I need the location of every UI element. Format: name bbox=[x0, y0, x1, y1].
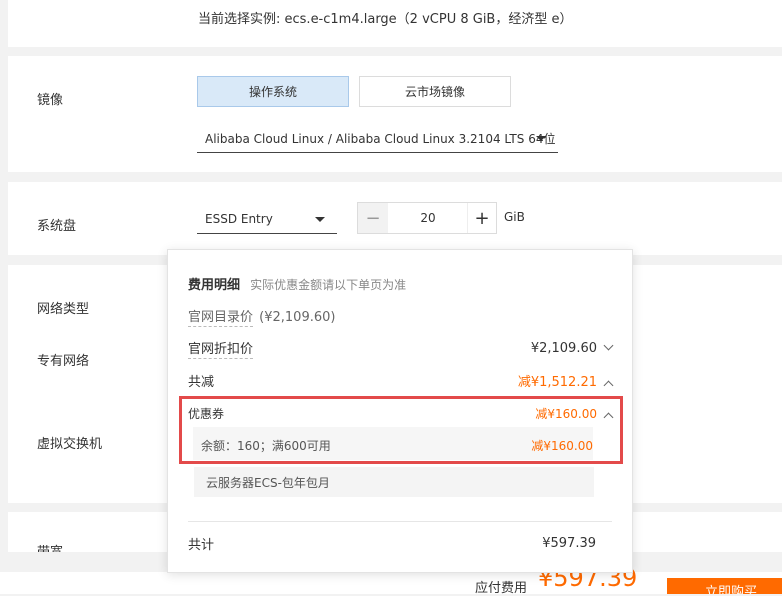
tab-os[interactable]: 操作系统 bbox=[197, 76, 349, 107]
chevron-down-icon bbox=[315, 217, 325, 222]
bandwidth-label: 带宽 bbox=[37, 544, 63, 552]
minus-icon[interactable]: − bbox=[358, 203, 388, 233]
os-select[interactable]: Alibaba Cloud Linux / Alibaba Cloud Linu… bbox=[197, 124, 558, 153]
buy-now-button[interactable]: 立即购买 bbox=[667, 578, 782, 594]
sum-label: 共计 bbox=[188, 538, 215, 553]
total-reduce-row: 共减 减¥1,512.21 bbox=[188, 371, 614, 391]
popup-note: 实际优惠金额请以下单页为准 bbox=[250, 278, 407, 292]
list-price-value: (¥2,109.60) bbox=[259, 310, 336, 325]
discount-row: 官网折扣价 ¥2,109.60 bbox=[188, 338, 614, 359]
popup-header: 费用明细 实际优惠金额请以下单页为准 bbox=[188, 274, 406, 293]
buy-now-label: 立即购买 bbox=[705, 585, 758, 594]
disk-type-value: ESSD Entry bbox=[205, 212, 273, 226]
discount-value-wrap[interactable]: ¥2,109.60 bbox=[530, 340, 614, 356]
sum-row: 共计 ¥597.39 bbox=[188, 534, 596, 553]
discount-label[interactable]: 官网折扣价 bbox=[188, 338, 254, 359]
disk-unit: GiB bbox=[504, 210, 525, 224]
instance-panel: 当前选择实例: ecs.e-c1m4.large（2 vCPU 8 GiB，经济… bbox=[8, 0, 782, 47]
popup-title: 费用明细 bbox=[188, 278, 241, 293]
vpc-label: 专有网络 bbox=[37, 354, 90, 369]
list-price-label[interactable]: 官网目录价 bbox=[188, 310, 254, 327]
total-reduce-value: 减¥1,512.21 bbox=[517, 375, 597, 390]
total-reduce-label: 共减 bbox=[188, 375, 215, 390]
disk-size-stepper[interactable]: − 20 + bbox=[357, 202, 497, 234]
plus-icon[interactable]: + bbox=[467, 203, 496, 233]
payable-label: 应付费用 bbox=[475, 581, 528, 596]
disk-size-value[interactable]: 20 bbox=[388, 203, 468, 233]
bottom-bar bbox=[0, 572, 782, 594]
system-disk-label: 系统盘 bbox=[37, 219, 77, 234]
sum-value: ¥597.39 bbox=[542, 536, 596, 551]
discount-value: ¥2,109.60 bbox=[530, 341, 597, 356]
list-price-row: 官网目录价 (¥2,109.60) bbox=[188, 306, 336, 327]
product-label: 云服务器ECS-包年包月 bbox=[206, 476, 330, 490]
chevron-up-icon bbox=[603, 380, 614, 391]
coupon-highlight-box bbox=[179, 396, 623, 464]
os-select-value: Alibaba Cloud Linux / Alibaba Cloud Linu… bbox=[205, 131, 556, 146]
current-instance-text: 当前选择实例: ecs.e-c1m4.large（2 vCPU 8 GiB，经济… bbox=[198, 12, 573, 27]
product-row: 云服务器ECS-包年包月 bbox=[194, 467, 594, 497]
image-label: 镜像 bbox=[37, 93, 64, 108]
total-reduce-value-wrap[interactable]: 减¥1,512.21 bbox=[517, 371, 614, 391]
chevron-down-icon bbox=[603, 340, 614, 351]
network-type-label: 网络类型 bbox=[37, 302, 90, 317]
image-panel bbox=[8, 56, 782, 172]
vswitch-label: 虚拟交换机 bbox=[37, 437, 103, 452]
tab-marketplace-image[interactable]: 云市场镜像 bbox=[359, 76, 511, 107]
disk-type-select[interactable]: ESSD Entry bbox=[197, 205, 337, 234]
popup-divider bbox=[188, 521, 612, 522]
chevron-down-icon bbox=[536, 136, 546, 141]
